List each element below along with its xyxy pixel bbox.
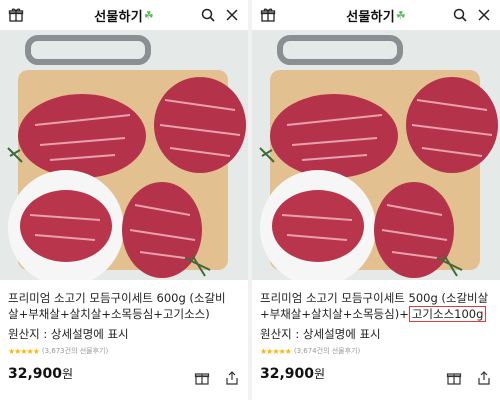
product-name-line-1: 프리미엄 소고기 모듬구이세트 600g (소갈비 [8,291,226,305]
price-value: 32,900 [8,366,63,382]
review-count: (3,673건의 선물후기) [41,347,109,355]
product-name-line-1: 프리미엄 소고기 모듬구이세트 500g (소갈비살 [260,291,489,305]
comparison-screenshot: 선물하기 ☘ 프리미엄 소고기 모듬구이세트 600g (소갈비 살+부채살+살… [0,0,500,400]
share-icon[interactable] [476,370,492,386]
origin-text: 원산지 : 상세설명에 표시 [260,327,381,341]
top-bar: 선물하기 ☘ [0,0,248,30]
bottom-actions [194,370,240,386]
product-name-line-2: +부채살+살치살+소목등심)+ [260,307,409,321]
bottom-actions [446,370,492,386]
gift-icon[interactable] [446,370,462,386]
top-bar: 선물하기 ☘ [252,0,500,30]
left-product-panel: 선물하기 ☘ 프리미엄 소고기 모듬구이세트 600g (소갈비 살+부채살+살… [0,0,248,400]
gift-icon[interactable] [194,370,210,386]
gift-icon[interactable] [8,7,24,23]
price-currency: 원 [62,367,74,381]
origin-text: 원산지 : 상세설명에 표시 [8,327,129,341]
clover-icon: ☘ [143,8,154,22]
product-photo[interactable] [252,30,500,280]
right-product-panel: 선물하기 ☘ 프리미엄 소고기 모듬구이세트 500g (소갈비살 +부채살+살… [252,0,500,400]
gift-icon[interactable] [260,7,276,23]
close-icon[interactable] [224,7,240,23]
close-icon[interactable] [476,7,492,23]
star-rating: ★★★★★ [260,346,292,356]
product-photo[interactable] [0,30,248,280]
price-value: 32,900 [260,366,315,382]
product-info: 프리미엄 소고기 모듬구이세트 500g (소갈비살 +부채살+살치살+소목등심… [252,280,500,356]
search-icon[interactable] [200,7,216,23]
rating[interactable]: ★★★★★ (3,673건의 선물후기) [8,346,240,356]
page-title: 선물하기 [346,9,395,25]
product-name-line-2: 살+부채살+살치살+소목등심+고기소스) [8,307,210,321]
price-currency: 원 [314,367,326,381]
product-name[interactable]: 프리미엄 소고기 모듬구이세트 500g (소갈비살 +부채살+살치살+소목등심… [260,290,492,322]
review-count: (3,674건의 선물후기) [293,347,361,355]
star-rating: ★★★★★ [8,346,40,356]
price: 32,900원 [260,365,325,382]
clover-icon: ☘ [395,8,406,22]
product-name[interactable]: 프리미엄 소고기 모듬구이세트 600g (소갈비 살+부채살+살치살+소목등심… [8,290,240,322]
page-title: 선물하기 [94,9,143,25]
search-icon[interactable] [452,7,468,23]
product-info: 프리미엄 소고기 모듬구이세트 600g (소갈비 살+부채살+살치살+소목등심… [0,280,248,356]
price: 32,900원 [8,365,73,382]
rating[interactable]: ★★★★★ (3,674건의 선물후기) [260,346,492,356]
highlighted-sauce-text: 고기소스100g [408,306,487,322]
share-icon[interactable] [224,370,240,386]
